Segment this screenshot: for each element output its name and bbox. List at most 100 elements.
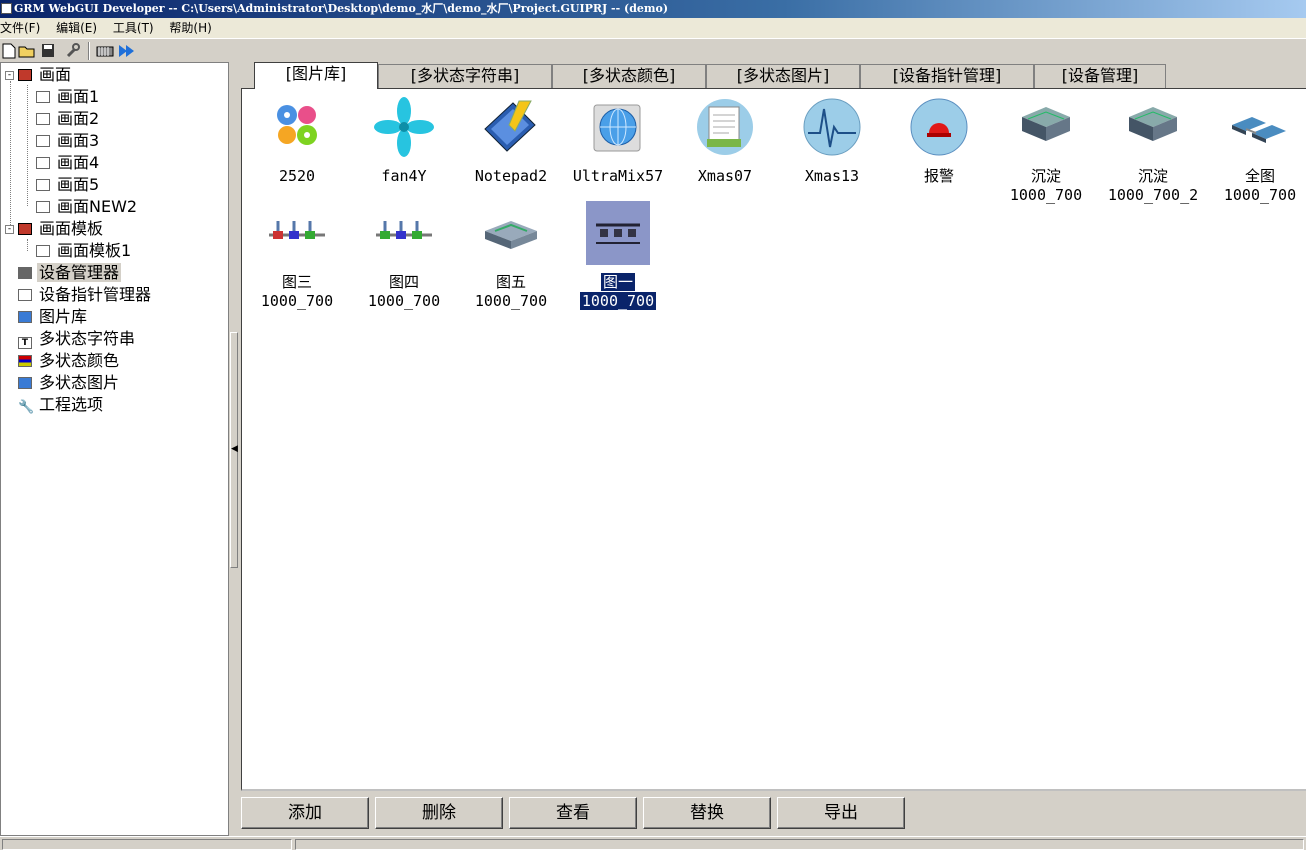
tree-connector — [10, 81, 11, 231]
palette-icon — [18, 355, 32, 367]
tree-item-page[interactable]: 画面3 — [36, 130, 101, 152]
pulse-icon — [803, 98, 861, 156]
tab-multistate-color[interactable]: [多状态颜色] — [552, 64, 706, 88]
tree-item-page[interactable]: 画面5 — [36, 174, 101, 196]
image-gallery: 2520 fan4Y Notepad2 UltraMix57 Xmas07 Xm… — [241, 88, 1306, 791]
gallery-item[interactable]: Xmas07 — [673, 95, 777, 186]
page-icon — [36, 201, 50, 213]
tank-icon — [1129, 107, 1177, 141]
tree-item-template[interactable]: 画面模板1 — [36, 240, 133, 262]
gallery-item[interactable]: 图三 1000_700 — [245, 201, 349, 311]
view-button[interactable]: 查看 — [509, 797, 637, 829]
list-icon — [18, 289, 32, 301]
splitter[interactable]: ◀ — [229, 62, 240, 836]
tree-connector — [27, 85, 28, 206]
plant-icon — [1232, 117, 1286, 143]
tree-item-project-options[interactable]: 🔧 工程选项 — [18, 394, 105, 416]
title-bar: GRM WebGUI Developer -- C:\Users\Adminis… — [0, 0, 1306, 18]
tree-item-multistate-string[interactable]: T 多状态字符串 — [18, 328, 137, 350]
replace-button[interactable]: 替换 — [643, 797, 771, 829]
alarm-icon — [910, 98, 968, 156]
gallery-item[interactable]: 沉淀 1000_700_2 — [1101, 95, 1205, 205]
gallery-item[interactable]: 报警 — [887, 95, 991, 186]
menu-bar: 文件(F) 编辑(E) 工具(T) 帮助(H) — [0, 18, 1306, 38]
tab-device-manager[interactable]: [设备管理] — [1034, 64, 1166, 88]
page-icon — [36, 135, 50, 147]
gallery-item[interactable]: 2520 — [245, 95, 349, 186]
run-icon[interactable] — [118, 42, 136, 60]
picture-icon — [18, 377, 32, 389]
tree-item-page[interactable]: 画面1 — [36, 86, 101, 108]
tree-item-pages[interactable]: 画面 — [18, 64, 73, 86]
save-icon[interactable] — [40, 42, 58, 60]
notepad-icon — [484, 100, 536, 152]
tab-device-pointer[interactable]: [设备指针管理] — [860, 64, 1034, 88]
new-icon[interactable] — [0, 42, 18, 60]
page-icon — [36, 179, 50, 191]
collapse-toggle[interactable]: - — [5, 71, 14, 80]
menu-help[interactable]: 帮助(H) — [169, 18, 217, 38]
toolbar — [0, 38, 1306, 62]
wrench-icon: 🔧 — [18, 400, 35, 415]
gallery-item[interactable]: 沉淀 1000_700 — [994, 95, 1098, 205]
tree-item-multistate-image[interactable]: 多状态图片 — [18, 372, 121, 394]
text-icon: T — [18, 337, 32, 349]
toolbar-separator — [88, 42, 90, 60]
pumps-icon — [269, 221, 325, 239]
documents-icon — [697, 99, 753, 155]
status-bar — [0, 836, 1306, 850]
fan-icon — [374, 97, 434, 157]
page-icon — [36, 113, 50, 125]
project-tree: - 画面 画面1 画面2 画面3 画面4 画面5 画面NEW2 - 画面模板 画… — [0, 62, 229, 836]
window-title: GRM WebGUI Developer -- C:\Users\Adminis… — [14, 2, 669, 15]
device-icon[interactable] — [96, 42, 114, 60]
device-icon — [18, 267, 32, 279]
globe-icon — [593, 104, 641, 152]
gallery-item[interactable]: 图四 1000_700 — [352, 201, 456, 311]
gallery-item[interactable]: UltraMix57 — [566, 95, 670, 186]
pumps-icon — [376, 221, 432, 239]
gallery-item[interactable]: Notepad2 — [459, 95, 563, 186]
app-icon — [1, 3, 12, 14]
export-button[interactable]: 导出 — [777, 797, 905, 829]
gallery-item[interactable]: fan4Y — [352, 95, 456, 186]
menu-tools[interactable]: 工具(T) — [113, 18, 160, 38]
tree-item-page[interactable]: 画面2 — [36, 108, 101, 130]
menu-edit[interactable]: 编辑(E) — [56, 18, 103, 38]
folder-icon — [18, 223, 32, 235]
pipeline-icon — [586, 201, 650, 265]
tree-item-device-pointer-manager[interactable]: 设备指针管理器 — [18, 284, 153, 306]
open-icon[interactable] — [18, 42, 36, 60]
gears-icon — [277, 105, 317, 145]
tree-item-multistate-color[interactable]: 多状态颜色 — [18, 350, 121, 372]
page-icon — [36, 157, 50, 169]
gallery-item[interactable]: 全图 1000_700 — [1208, 95, 1306, 205]
page-icon — [36, 245, 50, 257]
page-icon — [36, 91, 50, 103]
status-panel — [295, 839, 1304, 850]
basin-icon — [485, 221, 537, 249]
tree-item-page[interactable]: 画面4 — [36, 152, 101, 174]
gallery-item[interactable]: Xmas13 — [780, 95, 884, 186]
menu-file[interactable]: 文件(F) — [0, 18, 46, 38]
picture-icon — [18, 311, 32, 323]
gallery-item-selected[interactable]: 图一 1000_700 — [566, 201, 670, 311]
collapse-arrow-icon[interactable]: ◀ — [231, 444, 238, 454]
tab-strip: [图片库] [多状态字符串] [多状态颜色] [多状态图片] [设备指针管理] … — [240, 62, 1306, 89]
wrench-icon[interactable] — [64, 42, 82, 60]
tab-multistate-image[interactable]: [多状态图片] — [706, 64, 860, 88]
tab-image-library[interactable]: [图片库] — [254, 62, 378, 89]
add-button[interactable]: 添加 — [241, 797, 369, 829]
status-panel — [2, 839, 292, 850]
folder-icon — [18, 69, 32, 81]
gallery-item[interactable]: 图五 1000_700 — [459, 201, 563, 311]
collapse-toggle[interactable]: - — [5, 225, 14, 234]
tree-connector — [27, 239, 28, 251]
tree-item-templates[interactable]: 画面模板 — [18, 218, 105, 240]
tree-item-page[interactable]: 画面NEW2 — [36, 196, 139, 218]
tree-item-image-library[interactable]: 图片库 — [18, 306, 89, 328]
tree-item-device-manager[interactable]: 设备管理器 — [18, 262, 122, 284]
tank-icon — [1022, 107, 1070, 141]
delete-button[interactable]: 删除 — [375, 797, 503, 829]
tab-multistate-string[interactable]: [多状态字符串] — [378, 64, 552, 88]
